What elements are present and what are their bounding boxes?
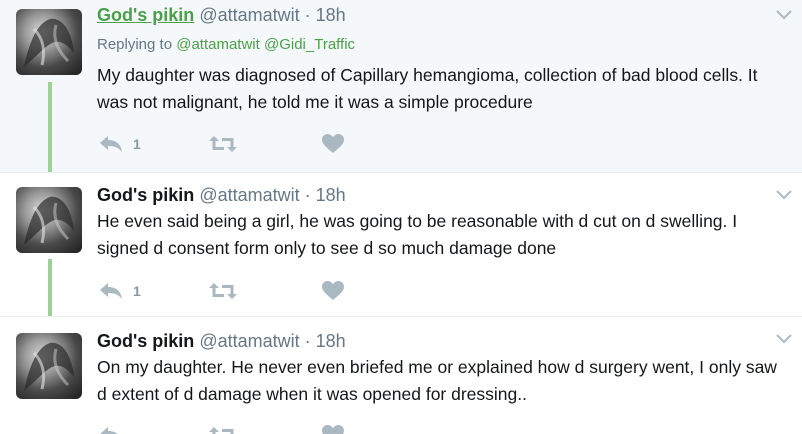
timestamp[interactable]: 18h — [316, 331, 346, 351]
chevron-down-icon[interactable] — [776, 334, 792, 344]
chevron-down-icon[interactable] — [776, 10, 792, 20]
retweet-icon — [209, 427, 234, 434]
replying-mentions[interactable]: @attamatwit @Gidi_Traffic — [176, 36, 355, 53]
display-name[interactable]: God's pikin — [97, 185, 194, 205]
like-button[interactable] — [322, 423, 344, 434]
retweet-button[interactable] — [209, 423, 237, 434]
avatar[interactable] — [16, 187, 82, 253]
reply-button[interactable]: 1 — [99, 132, 141, 156]
user-handle[interactable]: @attamatwit — [199, 331, 299, 351]
display-name[interactable]: God's pikin — [97, 5, 194, 25]
thread-line — [48, 82, 52, 172]
heart-icon — [322, 425, 344, 434]
user-handle[interactable]: @attamatwit — [199, 185, 299, 205]
retweet-button[interactable] — [209, 132, 237, 156]
reply-count: 1 — [133, 136, 141, 152]
tweet-text: He even said being a girl, he was going … — [97, 211, 738, 258]
retweet-icon — [209, 283, 237, 299]
tweet-header: God's pikin @attamatwit · 18h — [97, 330, 346, 352]
reply-icon — [100, 136, 122, 152]
avatar[interactable] — [16, 9, 82, 75]
replying-to: Replying to @attamatwit @Gidi_Traffic — [97, 36, 355, 53]
tweet-1[interactable]: God's pikin @attamatwit · 18h Replying t… — [0, 0, 802, 172]
reply-icon — [100, 283, 122, 299]
avatar[interactable] — [16, 333, 82, 399]
avatar-image-icon — [24, 342, 74, 391]
chevron-down-icon[interactable] — [776, 190, 792, 200]
timestamp[interactable]: 18h — [316, 5, 346, 25]
tweet-header: God's pikin @attamatwit · 18h — [97, 4, 346, 26]
tweet-header: God's pikin @attamatwit · 18h — [97, 184, 346, 206]
separator: · — [304, 185, 311, 205]
reply-count: 1 — [133, 283, 141, 299]
tweet-text: On my daughter. He never even briefed me… — [97, 357, 777, 404]
reply-button[interactable]: 1 — [99, 279, 141, 303]
heart-icon — [322, 134, 344, 153]
timestamp[interactable]: 18h — [316, 185, 346, 205]
tweet-3[interactable]: God's pikin @attamatwit · 18h On my daug… — [0, 316, 802, 434]
like-button[interactable] — [322, 132, 344, 156]
retweet-icon — [209, 136, 237, 152]
tweet-text: My daughter was diagnosed of Capillary h… — [97, 65, 758, 112]
retweet-button[interactable] — [209, 279, 237, 303]
replying-label: Replying to — [97, 36, 173, 53]
separator: · — [304, 331, 311, 351]
display-name[interactable]: God's pikin — [97, 331, 194, 351]
reply-button[interactable] — [99, 423, 123, 434]
separator: · — [304, 5, 311, 25]
like-button[interactable] — [322, 279, 344, 303]
tweet-2[interactable]: God's pikin @attamatwit · 18h He even sa… — [0, 172, 802, 327]
reply-icon — [100, 427, 118, 434]
user-handle[interactable]: @attamatwit — [199, 5, 299, 25]
heart-icon — [322, 281, 344, 300]
avatar-image-icon — [24, 196, 74, 245]
avatar-image-icon — [24, 18, 74, 67]
